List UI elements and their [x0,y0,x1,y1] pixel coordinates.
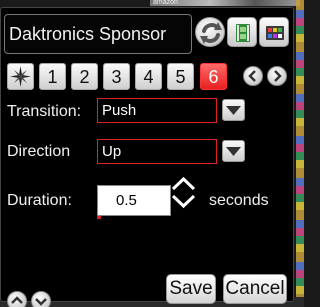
duration-label: Duration: [7,192,72,209]
transition-dropdown-button[interactable] [222,99,245,121]
cycle-button[interactable] [195,17,225,47]
direction-dropdown-button[interactable] [222,140,245,162]
move-down-button[interactable] [31,291,51,307]
duration-increment-button[interactable] [170,176,197,192]
transition-field[interactable]: Push [97,98,217,123]
cycle-icon [200,22,222,44]
sparkle-icon [10,66,31,87]
chevron-down-icon [226,106,241,115]
page-button-1[interactable]: 1 [39,63,66,90]
film-icon [236,24,250,42]
dialog-title[interactable]: Daktronics Sponsor [4,14,192,54]
media-button[interactable] [227,17,257,47]
background-decor-right [296,0,304,307]
chevron-down-icon [171,194,196,209]
chevron-down-icon [226,147,241,156]
duration-indicator [97,216,101,219]
duration-unit: seconds [209,192,269,209]
palette-icon [266,26,284,40]
direction-field[interactable]: Up [97,139,217,164]
chevron-up-icon [11,296,23,304]
transition-label: Transition: [7,103,82,120]
page-button-2[interactable]: 2 [71,63,98,90]
page-button-5[interactable]: 5 [167,63,194,90]
page-button-6[interactable]: 6 [200,63,227,90]
sponsor-dialog: Daktronics Sponsor 1 2 3 4 5 6 Transitio… [0,7,294,307]
chevron-up-icon [171,176,196,191]
save-button[interactable]: Save [166,274,216,304]
move-up-button[interactable] [7,291,27,307]
cancel-button[interactable]: Cancel [223,274,287,304]
chevron-down-icon [35,298,47,306]
prev-page-button[interactable] [243,66,263,86]
color-button[interactable] [259,17,289,47]
background-strip-text: amazon [153,0,178,6]
duration-input[interactable]: 0.5 [97,185,171,216]
chevron-left-icon [248,70,256,82]
duration-decrement-button[interactable] [170,193,197,209]
effects-button[interactable] [7,63,34,90]
page-button-3[interactable]: 3 [103,63,130,90]
page-button-4[interactable]: 4 [135,63,162,90]
next-page-button[interactable] [267,66,287,86]
chevron-right-icon [274,70,282,82]
direction-label: Direction [7,143,71,160]
